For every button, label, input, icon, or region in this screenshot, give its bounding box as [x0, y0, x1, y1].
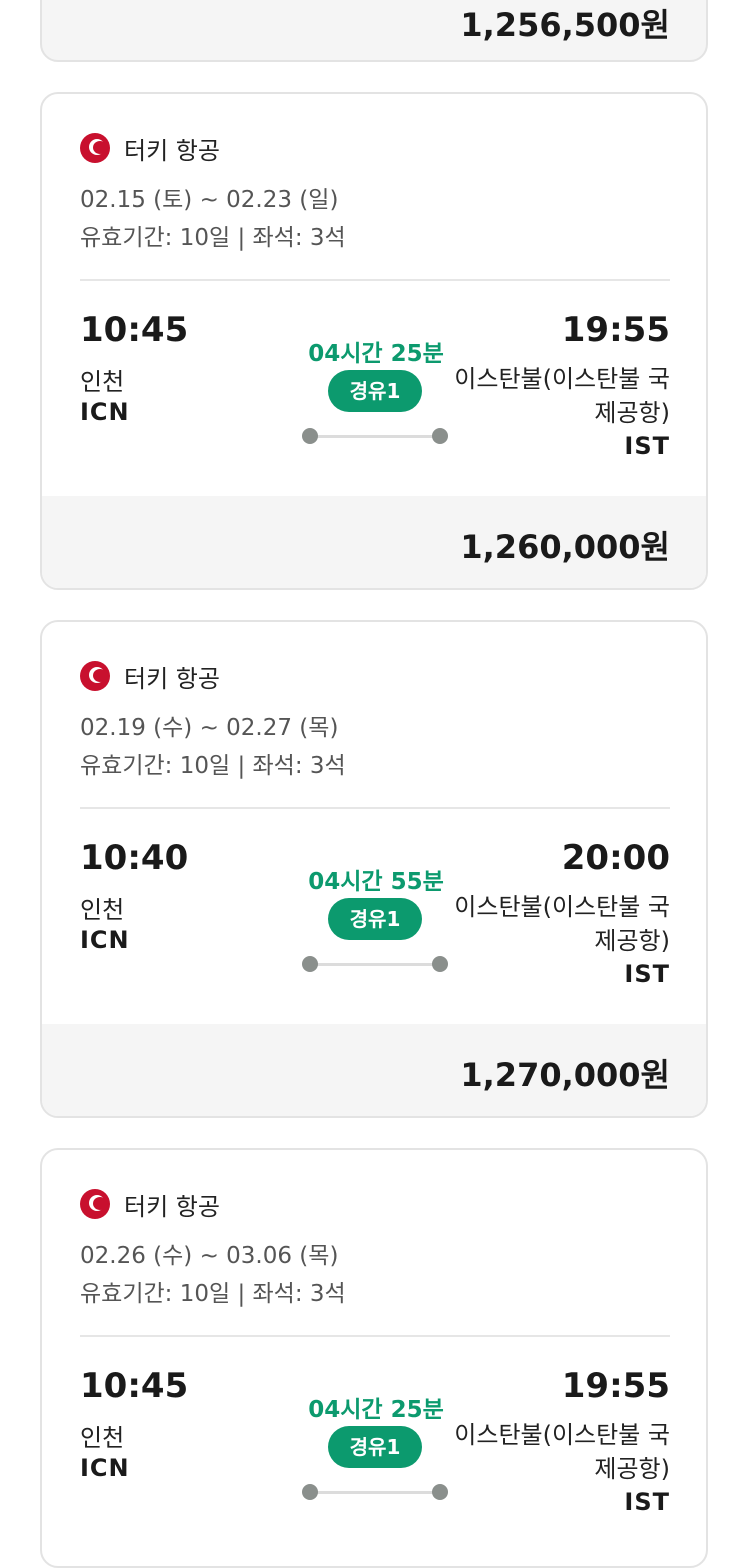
route-start-dot [302, 956, 318, 972]
arrival-time: 19:55 [561, 310, 670, 350]
flight-card[interactable]: 터키 항공 02.26 (수) ~ 03.06 (목) 유효기간: 10일 | … [40, 1148, 708, 1568]
departure-code: ICN [80, 398, 130, 426]
airline-row: 터키 항공 [80, 1188, 220, 1221]
departure-time: 10:40 [80, 838, 189, 878]
arrival-code: IST [624, 432, 670, 460]
stops-badge: 경유1 [328, 1426, 422, 1468]
route-line [310, 435, 440, 438]
stops-badge: 경유1 [328, 898, 422, 940]
departure-code: ICN [80, 926, 130, 954]
route-line [310, 963, 440, 966]
airline-name: 터키 항공 [124, 136, 220, 165]
airline-row: 터키 항공 [80, 132, 220, 165]
divider [80, 807, 670, 809]
airline-name: 터키 항공 [124, 1192, 220, 1221]
divider [80, 1335, 670, 1337]
airline-row: 터키 항공 [80, 660, 220, 693]
price-band: 1,260,000원 [42, 496, 706, 588]
divider [80, 279, 670, 281]
departure-city: 인천 [80, 896, 125, 924]
route-start-dot [302, 428, 318, 444]
departure-city: 인천 [80, 1424, 125, 1452]
flight-card[interactable]: 터키 항공 02.19 (수) ~ 02.27 (목) 유효기간: 10일 | … [40, 620, 708, 1118]
arrival-time: 20:00 [561, 838, 670, 878]
turkish-airlines-logo-icon [80, 1189, 110, 1219]
departure-city: 인천 [80, 368, 125, 396]
price: 1,260,000원 [460, 528, 670, 566]
route-end-dot [432, 956, 448, 972]
validity-seats: 유효기간: 10일 | 좌석: 3석 [80, 753, 346, 779]
price: 1,256,500원 [460, 6, 670, 44]
flight-card-previous[interactable]: 1,256,500원 [40, 0, 708, 62]
route-line [310, 1491, 440, 1494]
flight-duration: 04시간 25분 [308, 341, 444, 367]
price-band: 1,270,000원 [42, 1024, 706, 1116]
travel-dates: 02.15 (토) ~ 02.23 (일) [80, 187, 339, 213]
arrival-time: 19:55 [561, 1366, 670, 1406]
validity-seats: 유효기간: 10일 | 좌석: 3석 [80, 1281, 346, 1307]
turkish-airlines-logo-icon [80, 133, 110, 163]
departure-time: 10:45 [80, 1366, 189, 1406]
validity-seats: 유효기간: 10일 | 좌석: 3석 [80, 225, 346, 251]
flight-duration: 04시간 55분 [308, 869, 444, 895]
route-end-dot [432, 428, 448, 444]
departure-code: ICN [80, 1454, 130, 1482]
travel-dates: 02.19 (수) ~ 02.27 (목) [80, 715, 339, 741]
airline-name: 터키 항공 [124, 664, 220, 693]
stops-badge: 경유1 [328, 370, 422, 412]
arrival-city: 이스탄불(이스탄불 국제공항) [454, 893, 670, 955]
arrival-city: 이스탄불(이스탄불 국제공항) [454, 1421, 670, 1483]
flight-duration: 04시간 25분 [308, 1397, 444, 1423]
arrival-code: IST [624, 1488, 670, 1516]
route-start-dot [302, 1484, 318, 1500]
departure-time: 10:45 [80, 310, 189, 350]
arrival-code: IST [624, 960, 670, 988]
route-end-dot [432, 1484, 448, 1500]
price: 1,270,000원 [460, 1056, 670, 1094]
arrival-city: 이스탄불(이스탄불 국제공항) [454, 365, 670, 427]
flight-card[interactable]: 터키 항공 02.15 (토) ~ 02.23 (일) 유효기간: 10일 | … [40, 92, 708, 590]
travel-dates: 02.26 (수) ~ 03.06 (목) [80, 1243, 339, 1269]
turkish-airlines-logo-icon [80, 661, 110, 691]
